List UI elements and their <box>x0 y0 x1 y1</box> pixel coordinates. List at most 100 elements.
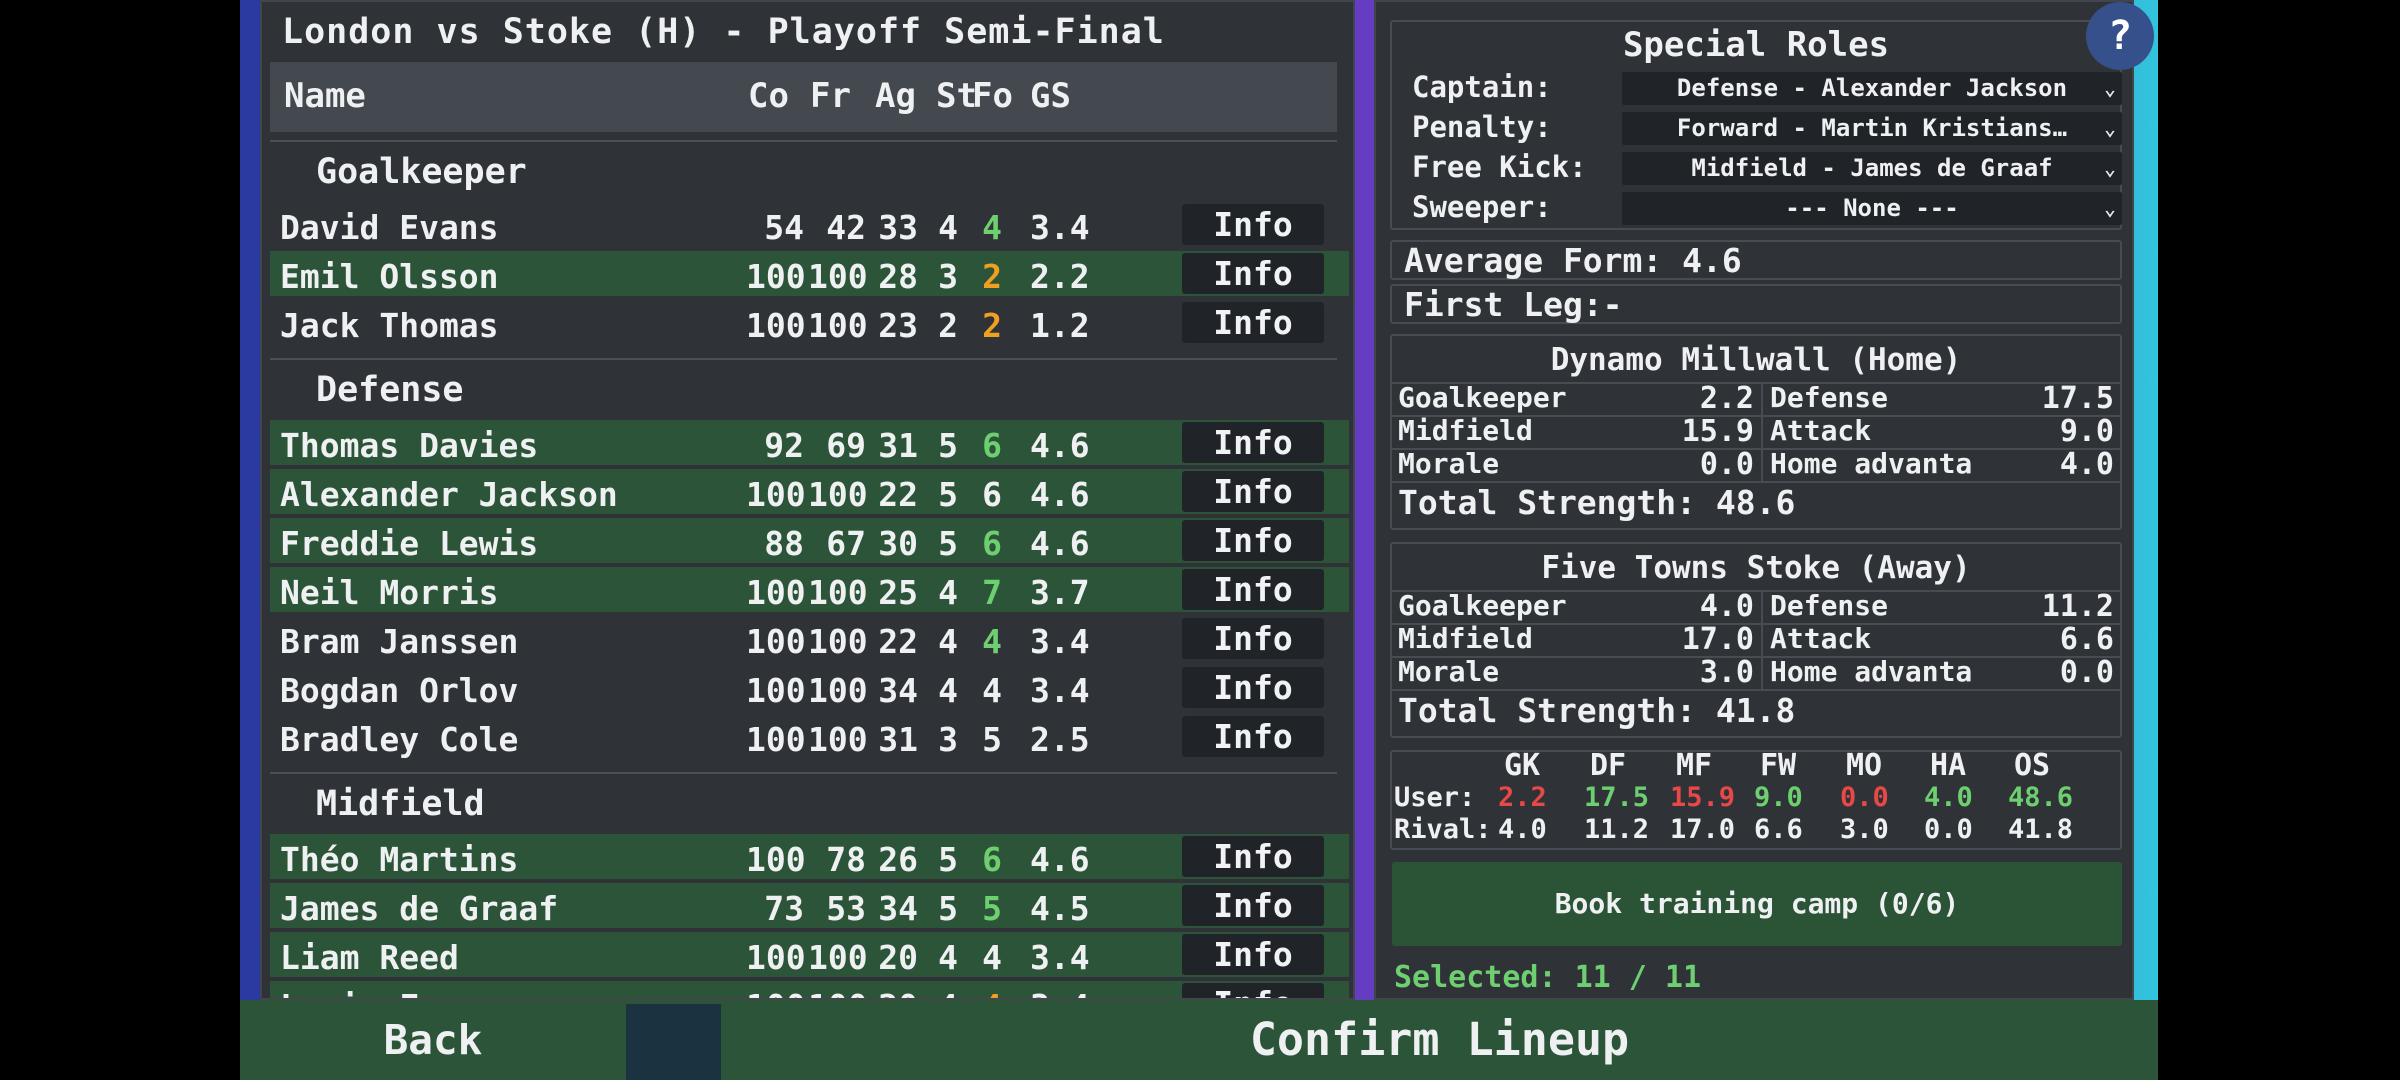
info-button[interactable]: Info <box>1182 836 1324 877</box>
player-fr: 100 <box>808 720 868 759</box>
confirm-lineup-button[interactable]: Confirm Lineup <box>721 1000 2158 1080</box>
comparison-header: HA <box>1930 748 1967 783</box>
col-name[interactable]: Name <box>284 76 366 116</box>
info-button[interactable]: Info <box>1182 302 1324 343</box>
away-mf-label: Midfield <box>1398 622 1533 655</box>
player-ag: 20 <box>874 987 918 998</box>
player-row[interactable]: James de Graaf 73 53 34 5 5 4.5 Info <box>270 883 1349 928</box>
away-team-title: Five Towns Stoke (Away) <box>1541 550 1971 586</box>
player-name: James de Graaf <box>280 889 559 928</box>
player-st: 5 <box>938 524 958 563</box>
chevron-down-icon: ⌄ <box>2103 196 2116 220</box>
rival-row-label: Rival: <box>1394 814 1492 845</box>
player-co: 54 <box>764 208 804 247</box>
player-row[interactable]: Alexander Jackson 100 100 22 5 6 4.6 Info <box>270 469 1349 514</box>
player-fr: 100 <box>808 573 868 612</box>
home-team-title: Dynamo Millwall (Home) <box>1550 342 1962 378</box>
info-button[interactable]: Info <box>1182 569 1324 610</box>
player-row[interactable]: Bradley Cole 100 100 31 3 5 2.5 Info <box>270 714 1349 759</box>
player-name: Neil Morris <box>280 573 499 612</box>
player-row[interactable]: David Evans 54 42 33 4 4 3.4 Info <box>270 202 1349 247</box>
section-divider <box>270 358 1337 360</box>
col-st[interactable]: St <box>936 76 977 116</box>
player-row[interactable]: Freddie Lewis 88 67 30 5 6 4.6 Info <box>270 518 1349 563</box>
section-divider <box>270 140 1337 142</box>
col-co[interactable]: Co <box>748 76 789 116</box>
help-button[interactable]: ? <box>2086 2 2154 70</box>
book-training-camp-button[interactable]: Book training camp (0/6) <box>1392 862 2122 946</box>
col-fr[interactable]: Fr <box>810 76 851 116</box>
comparison-header: MO <box>1846 748 1883 783</box>
col-ag[interactable]: Ag <box>875 76 916 116</box>
player-name: Emil Olsson <box>280 257 499 296</box>
player-fr: 100 <box>808 475 868 514</box>
free-kick-select[interactable]: Midfield - James de Graaf ⌄ <box>1622 152 2122 185</box>
captain-select-value: Defense - Alexander Jackson <box>1676 74 2068 102</box>
player-name: Thomas Davies <box>280 426 539 465</box>
player-st: 2 <box>938 306 958 345</box>
player-st: 3 <box>938 257 958 296</box>
col-gs[interactable]: GS <box>1030 76 1071 116</box>
player-row[interactable]: Emil Olsson 100 100 28 3 2 2.2 Info <box>270 251 1349 296</box>
info-button[interactable]: Info <box>1182 520 1324 561</box>
penalty-select[interactable]: Forward - Martin Kristians… ⌄ <box>1622 112 2122 145</box>
player-co: 100 <box>746 840 806 879</box>
player-row[interactable]: Bogdan Orlov 100 100 34 4 4 3.4 Info <box>270 665 1349 710</box>
player-st: 5 <box>938 426 958 465</box>
player-gs: 3.4 <box>1030 208 1090 247</box>
player-row[interactable]: Thomas Davies 92 69 31 5 6 4.6 Info <box>270 420 1349 465</box>
player-row[interactable]: Liam Reed 100 100 20 4 4 3.4 Info <box>270 932 1349 977</box>
away-ha-label: Home advanta <box>1770 655 1973 688</box>
player-row[interactable]: Neil Morris 100 100 25 4 7 3.7 Info <box>270 567 1349 612</box>
bottom-bar: Back Confirm Lineup <box>240 1000 2158 1080</box>
player-co: 100 <box>746 987 806 998</box>
captain-select[interactable]: Defense - Alexander Jackson ⌄ <box>1622 72 2122 105</box>
player-fo: 4 <box>982 671 1002 710</box>
away-at-value: 6.6 <box>2059 622 2114 657</box>
info-button[interactable]: Info <box>1182 204 1324 245</box>
home-mf-value: 15.9 <box>1681 414 1754 449</box>
player-gs: 2.5 <box>1030 720 1090 759</box>
user-value: 4.0 <box>1924 782 1973 813</box>
special-roles-title: Special Roles <box>1622 25 1890 65</box>
info-button[interactable]: Info <box>1182 253 1324 294</box>
sweeper-select[interactable]: --- None --- ⌄ <box>1622 192 2122 225</box>
info-button[interactable]: Info <box>1182 934 1324 975</box>
rival-value: 17.0 <box>1670 814 1736 845</box>
separator-block <box>626 1004 721 1080</box>
player-name: Bogdan Orlov <box>280 671 519 710</box>
divider <box>1761 590 1763 690</box>
player-fo: 6 <box>982 475 1002 514</box>
average-form-box: Average Form: 4.6 <box>1390 240 2122 280</box>
player-row[interactable]: Jack Thomas 100 100 23 2 2 1.2 Info <box>270 300 1349 345</box>
away-mo-label: Morale <box>1398 655 1500 688</box>
player-row[interactable]: Bram Janssen 100 100 22 4 4 3.4 Info <box>270 616 1349 661</box>
player-fo: 6 <box>982 426 1002 465</box>
player-row[interactable]: Théo Martins 100 78 26 5 6 4.6 Info <box>270 834 1349 879</box>
info-button[interactable]: Info <box>1182 471 1324 512</box>
player-gs: 4.5 <box>1030 889 1090 928</box>
player-co: 100 <box>746 622 806 661</box>
home-gk-label: Goalkeeper <box>1398 381 1567 414</box>
user-value: 17.5 <box>1584 782 1650 813</box>
player-fr: 69 <box>826 426 866 465</box>
player-fo: 7 <box>982 573 1002 612</box>
rival-value: 4.0 <box>1498 814 1547 845</box>
back-button[interactable]: Back <box>240 1000 626 1080</box>
sweeper-select-value: --- None --- <box>1785 194 1959 222</box>
player-name: Bram Janssen <box>280 622 519 661</box>
info-button[interactable]: Info <box>1182 716 1324 757</box>
player-ag: 34 <box>878 671 918 710</box>
player-row[interactable]: Lewis Fox 100100 20 4 4 3.4 Info <box>270 981 1349 998</box>
col-fo[interactable]: Fo <box>972 76 1013 116</box>
player-co: 88 <box>764 524 804 563</box>
info-button[interactable]: Info <box>1182 983 1324 998</box>
info-button[interactable]: Info <box>1182 618 1324 659</box>
penalty-select-value: Forward - Martin Kristians… <box>1676 114 2068 142</box>
info-button[interactable]: Info <box>1182 422 1324 463</box>
info-button[interactable]: Info <box>1182 885 1324 926</box>
player-fr: 100 <box>808 306 868 345</box>
info-button[interactable]: Info <box>1182 667 1324 708</box>
game-screen: London vs Stoke (H) - Playoff Semi-Final… <box>240 0 2158 1080</box>
player-fr: 100 <box>808 671 868 710</box>
